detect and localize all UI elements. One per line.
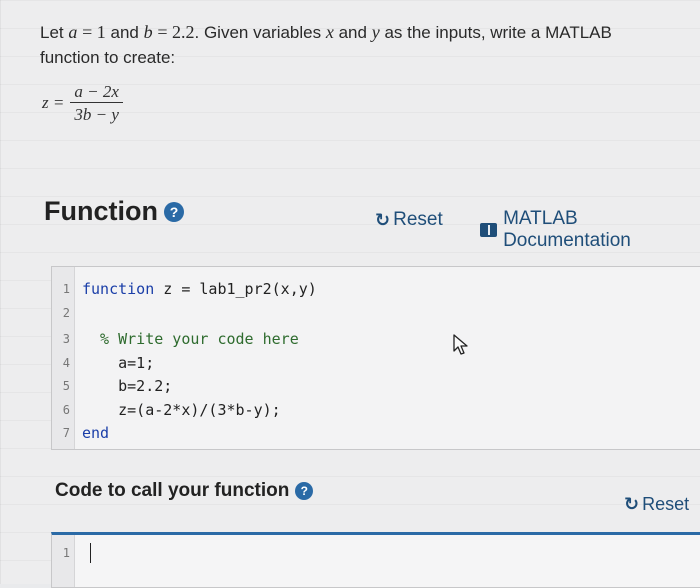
formula-denominator: 3b − y: [74, 105, 119, 124]
code-comment: % Write your code here: [82, 330, 299, 348]
refresh-icon: ↻: [624, 494, 640, 514]
var-a: a: [68, 22, 78, 42]
refresh-icon: ↻: [375, 209, 391, 230]
call-reset-label: Reset: [642, 494, 690, 514]
function-code-editor[interactable]: 1 function z = lab1_pr2(x,y) 2 3 % Write…: [51, 266, 700, 450]
problem-and-1: and: [110, 23, 139, 42]
line-number: 4: [62, 356, 70, 370]
line-number: 7: [62, 426, 70, 440]
page: Let a = 1 and b = 2.2. Given variables x…: [0, 0, 700, 588]
documentation-label: MATLAB Documentation: [503, 208, 631, 251]
code-line[interactable]: 3 % Write your code here: [52, 327, 700, 351]
line-number: 2: [62, 306, 70, 320]
call-section-title: Code to call your function ?: [55, 480, 314, 502]
problem-statement: Let a = 1 and b = 2.2. Given variables x…: [40, 20, 680, 70]
call-reset-button[interactable]: ↻ Reset: [624, 494, 689, 515]
text-caret: [90, 543, 91, 563]
problem-and-2: and: [338, 23, 367, 42]
code-line[interactable]: 2: [52, 301, 700, 325]
line-number: 3: [62, 332, 70, 346]
code-text: function z = lab1_pr2(x,y): [82, 280, 317, 298]
matlab-documentation-link[interactable]: MATLAB Documentation: [480, 208, 700, 252]
line-number: 5: [62, 379, 70, 393]
formula-lhs: z =: [42, 93, 65, 112]
code-line[interactable]: 7 end: [52, 421, 700, 445]
code-text: a=1;: [82, 354, 155, 372]
call-code-editor[interactable]: 1: [51, 532, 700, 588]
var-x: x: [325, 22, 334, 42]
line-number: 1: [62, 282, 70, 296]
line-number: 1: [62, 546, 70, 560]
call-title-text: Code to call your function: [55, 480, 290, 501]
mouse-pointer-icon: [453, 334, 468, 355]
function-reset-button[interactable]: ↻ Reset: [375, 209, 443, 231]
function-reset-label: Reset: [393, 209, 443, 230]
formula: z = a − 2x 3b − y: [42, 82, 123, 124]
line-number: 6: [62, 403, 70, 417]
code-line[interactable]: 4 a=1;: [52, 351, 700, 375]
function-title-text: Function: [44, 196, 158, 226]
problem-text-2: as the inputs, write a MATLAB: [384, 23, 612, 42]
code-line[interactable]: 1 function z = lab1_pr2(x,y): [52, 277, 700, 301]
var-b: b: [143, 22, 153, 42]
code-line[interactable]: 6 z=(a-2*x)/(3*b-y);: [52, 398, 700, 422]
problem-text-1: . Given variables: [194, 23, 322, 42]
value-b: = 2.2: [157, 22, 195, 42]
help-icon[interactable]: ?: [163, 201, 184, 222]
code-keyword: end: [82, 424, 110, 442]
code-text: z=(a-2*x)/(3*b-y);: [82, 401, 281, 419]
problem-line-2: function to create:: [40, 48, 176, 67]
function-section-title: Function ?: [44, 196, 184, 227]
book-icon: [480, 223, 498, 237]
formula-fraction: a − 2x 3b − y: [70, 82, 123, 124]
formula-numerator: a − 2x: [70, 82, 123, 103]
code-line[interactable]: 1: [52, 541, 700, 565]
code-line[interactable]: 5 b=2.2;: [52, 374, 700, 398]
value-a: = 1: [82, 22, 106, 42]
help-icon[interactable]: ?: [295, 482, 314, 500]
problem-let: Let: [40, 23, 64, 42]
code-text: b=2.2;: [82, 377, 173, 395]
var-y: y: [371, 22, 380, 42]
